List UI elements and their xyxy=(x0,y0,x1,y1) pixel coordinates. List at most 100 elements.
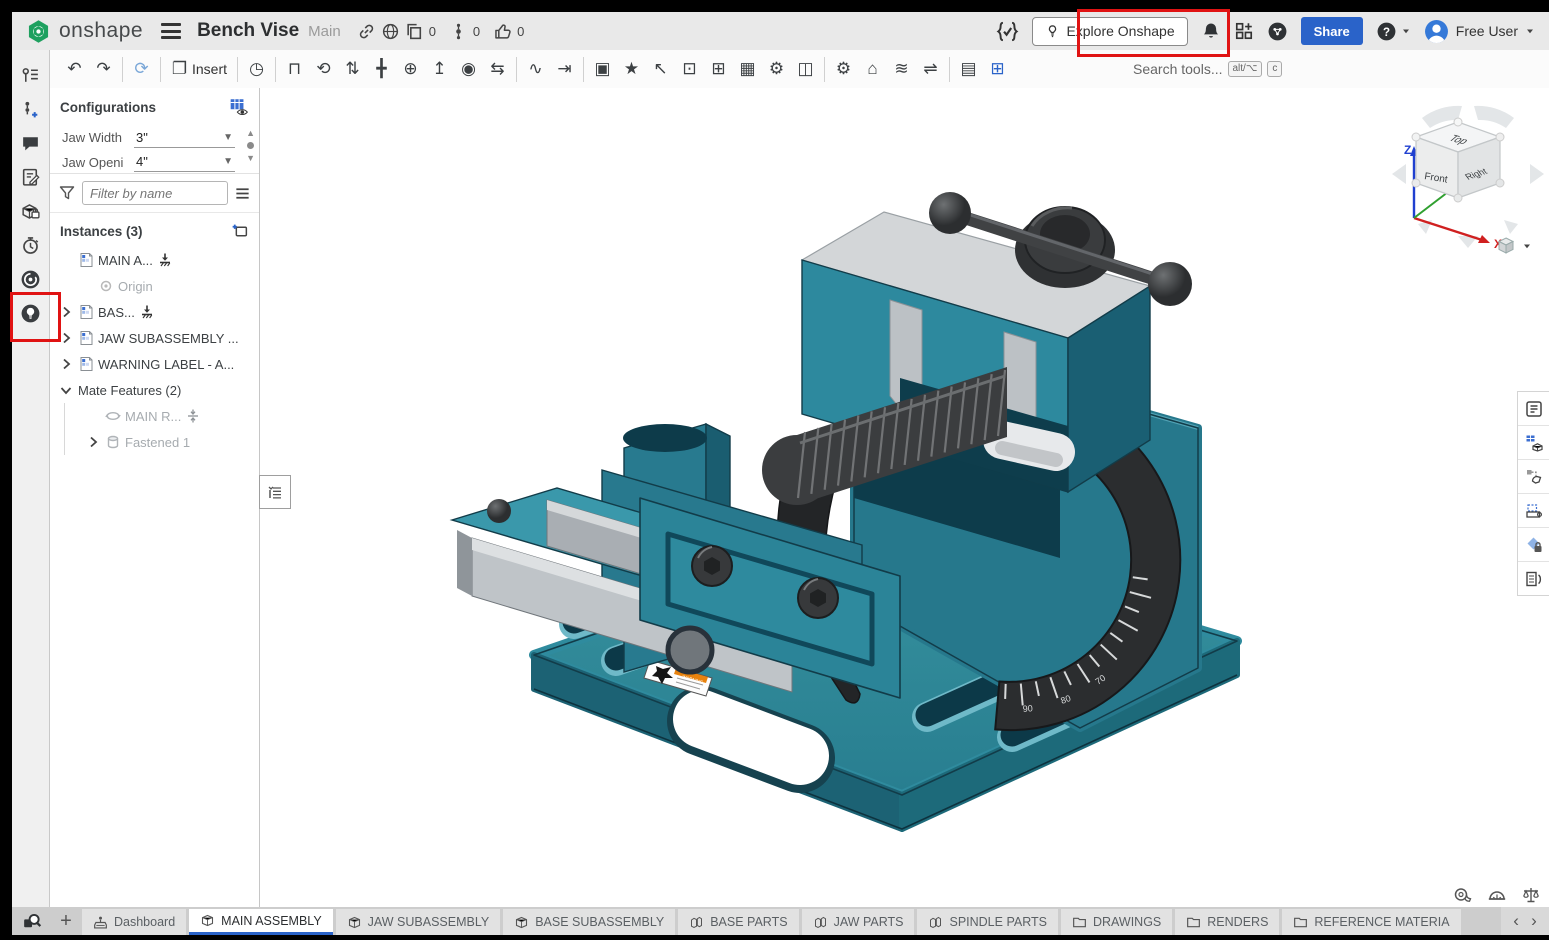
configuration-table-icon[interactable] xyxy=(229,97,249,117)
history-icon[interactable] xyxy=(16,228,46,262)
protractor-icon[interactable] xyxy=(1487,885,1507,905)
tree-item-jaw-subassembly[interactable]: JAW SUBASSEMBLY ... xyxy=(50,325,259,351)
model-viewport[interactable]: WARNING 90 80 70 xyxy=(260,88,1549,907)
tab-base-parts[interactable]: BASE PARTS xyxy=(678,909,798,935)
add-instance-icon[interactable] xyxy=(230,222,249,241)
config-value-dropdown[interactable]: 3"▼ xyxy=(134,128,235,148)
like-icon[interactable] xyxy=(493,22,512,41)
limit-mate-icon[interactable]: ⇥ xyxy=(550,55,579,83)
search-tools[interactable]: Search tools... alt/⌥ c xyxy=(1133,50,1282,88)
share-button[interactable]: Share xyxy=(1301,17,1363,45)
tab-jaw-subassembly[interactable]: JAW SUBASSEMBLY xyxy=(336,909,501,935)
tab-spindle-parts[interactable]: SPINDLE PARTS xyxy=(917,909,1058,935)
filter-by-name-input[interactable] xyxy=(82,181,228,205)
explore-onshape-button[interactable]: Explore Onshape xyxy=(1032,17,1187,46)
mate-icon[interactable]: ◷ xyxy=(242,55,271,83)
user-caret-icon[interactable] xyxy=(1525,26,1535,36)
tab-renders[interactable]: RENDERS xyxy=(1175,909,1279,935)
community-icon[interactable] xyxy=(16,262,46,296)
feature-script-icon[interactable] xyxy=(996,20,1019,43)
chevron-right-icon[interactable] xyxy=(85,434,101,450)
comments-icon[interactable] xyxy=(16,126,46,160)
redo-icon[interactable]: ↷ xyxy=(89,55,118,83)
panel-collapse-tab[interactable] xyxy=(259,475,291,509)
onshape-logo-icon[interactable] xyxy=(25,18,52,45)
public-globe-icon[interactable] xyxy=(381,22,400,41)
chevron-right-icon[interactable] xyxy=(58,356,74,372)
help-caret-icon[interactable] xyxy=(1401,26,1411,36)
select-part-icon[interactable]: ↖ xyxy=(646,55,675,83)
tree-item-origin[interactable]: Origin xyxy=(50,273,259,299)
tape-measure-icon[interactable] xyxy=(1453,885,1473,905)
share-link-icon[interactable] xyxy=(357,22,376,41)
config-value-dropdown[interactable]: 4"▼ xyxy=(134,152,235,172)
panel-derived-icon[interactable] xyxy=(1518,460,1549,494)
search-tabs-tile[interactable] xyxy=(12,907,50,935)
tree-item-bas[interactable]: BAS... xyxy=(50,299,259,325)
cylindrical-mate-icon[interactable]: ⊕ xyxy=(396,55,425,83)
help-icon[interactable]: ? xyxy=(1376,21,1397,42)
workspace-name[interactable]: Main xyxy=(308,23,341,40)
panel-sketch-icon[interactable] xyxy=(1518,494,1549,528)
section-view-icon[interactable]: ◫ xyxy=(791,55,820,83)
extensions-icon[interactable] xyxy=(1267,21,1288,42)
tree-item-mate-features-2[interactable]: Mate Features (2) xyxy=(50,377,259,403)
chevron-down-icon[interactable] xyxy=(58,382,74,398)
ball-mate-icon[interactable]: ◉ xyxy=(454,55,483,83)
tree-item-warning-label-a[interactable]: WARNING LABEL - A... xyxy=(50,351,259,377)
config-scroll[interactable]: ▲▼ xyxy=(246,128,255,163)
display-states-icon[interactable]: ▤ xyxy=(954,55,983,83)
update-assembly-icon[interactable]: ⟳ xyxy=(127,55,156,83)
notes-icon[interactable] xyxy=(16,160,46,194)
bench-vise-model[interactable]: WARNING 90 80 70 xyxy=(260,88,1549,907)
relations-icon[interactable]: ⚙ xyxy=(762,55,791,83)
slider-mate-icon[interactable]: ⇅ xyxy=(338,55,367,83)
copies-icon[interactable] xyxy=(405,22,424,41)
user-avatar[interactable] xyxy=(1424,19,1449,44)
tangent-mate-icon[interactable]: ∿ xyxy=(521,55,550,83)
tab-main-assembly[interactable]: MAIN ASSEMBLY xyxy=(189,909,333,935)
spring-icon[interactable]: ≋ xyxy=(887,55,916,83)
insert-icon[interactable]: ❐ xyxy=(165,55,194,83)
panel-config-cube-icon[interactable] xyxy=(1518,426,1549,460)
tab-drawings[interactable]: DRAWINGS xyxy=(1061,909,1172,935)
tree-item-main-r[interactable]: MAIN R... xyxy=(64,403,259,429)
new-studio-icon[interactable]: ⊞ xyxy=(983,55,1012,83)
planar-mate-icon[interactable]: ╋ xyxy=(367,55,396,83)
filter-funnel-icon[interactable] xyxy=(58,184,76,202)
box-select-icon[interactable]: ▣ xyxy=(588,55,617,83)
mate-connector-icon[interactable]: ★ xyxy=(617,55,646,83)
tab-dashboard[interactable]: Dashboard xyxy=(82,909,186,935)
tab-reference-materia[interactable]: REFERENCE MATERIA xyxy=(1282,909,1460,935)
view-mode-selector[interactable] xyxy=(1496,236,1532,256)
new-tab-button[interactable]: + xyxy=(50,907,82,935)
pin-slot-mate-icon[interactable]: ↥ xyxy=(425,55,454,83)
toggle-icon[interactable]: ⇌ xyxy=(916,55,945,83)
chevron-right-icon[interactable] xyxy=(58,304,74,320)
notifications-bell-icon[interactable] xyxy=(1201,21,1221,41)
tab-nav-next[interactable]: › xyxy=(1531,911,1537,931)
named-positions-icon[interactable]: ⊡ xyxy=(675,55,704,83)
tree-item-main-a[interactable]: MAIN A... xyxy=(50,247,259,273)
panel-appearance-lock-icon[interactable] xyxy=(1518,528,1549,562)
versions-dots-icon[interactable] xyxy=(449,22,468,41)
document-structure-icon[interactable] xyxy=(16,58,46,92)
fastened-mate-icon[interactable]: ⊓ xyxy=(280,55,309,83)
chevron-right-icon[interactable] xyxy=(58,330,74,346)
panel-custom-table-icon[interactable] xyxy=(1518,562,1549,595)
scale-icon[interactable] xyxy=(1521,885,1541,905)
learning-center-icon[interactable] xyxy=(16,296,46,330)
tab-jaw-parts[interactable]: JAW PARTS xyxy=(802,909,915,935)
app-store-icon[interactable] xyxy=(1234,21,1254,41)
parallel-mate-icon[interactable]: ⇆ xyxy=(483,55,512,83)
list-view-icon[interactable] xyxy=(234,185,251,202)
gear-features-icon[interactable]: ⚙ xyxy=(829,55,858,83)
panel-features-list-icon[interactable] xyxy=(1518,392,1549,426)
release-icon[interactable] xyxy=(16,194,46,228)
versions-icon[interactable] xyxy=(16,92,46,126)
undo-icon[interactable]: ↶ xyxy=(60,55,89,83)
revolute-mate-icon[interactable]: ⟲ xyxy=(309,55,338,83)
tree-item-fastened-1[interactable]: Fastened 1 xyxy=(64,429,259,455)
tab-nav-prev[interactable]: ‹ xyxy=(1513,911,1519,931)
motion-icon[interactable]: ⌂ xyxy=(858,55,887,83)
